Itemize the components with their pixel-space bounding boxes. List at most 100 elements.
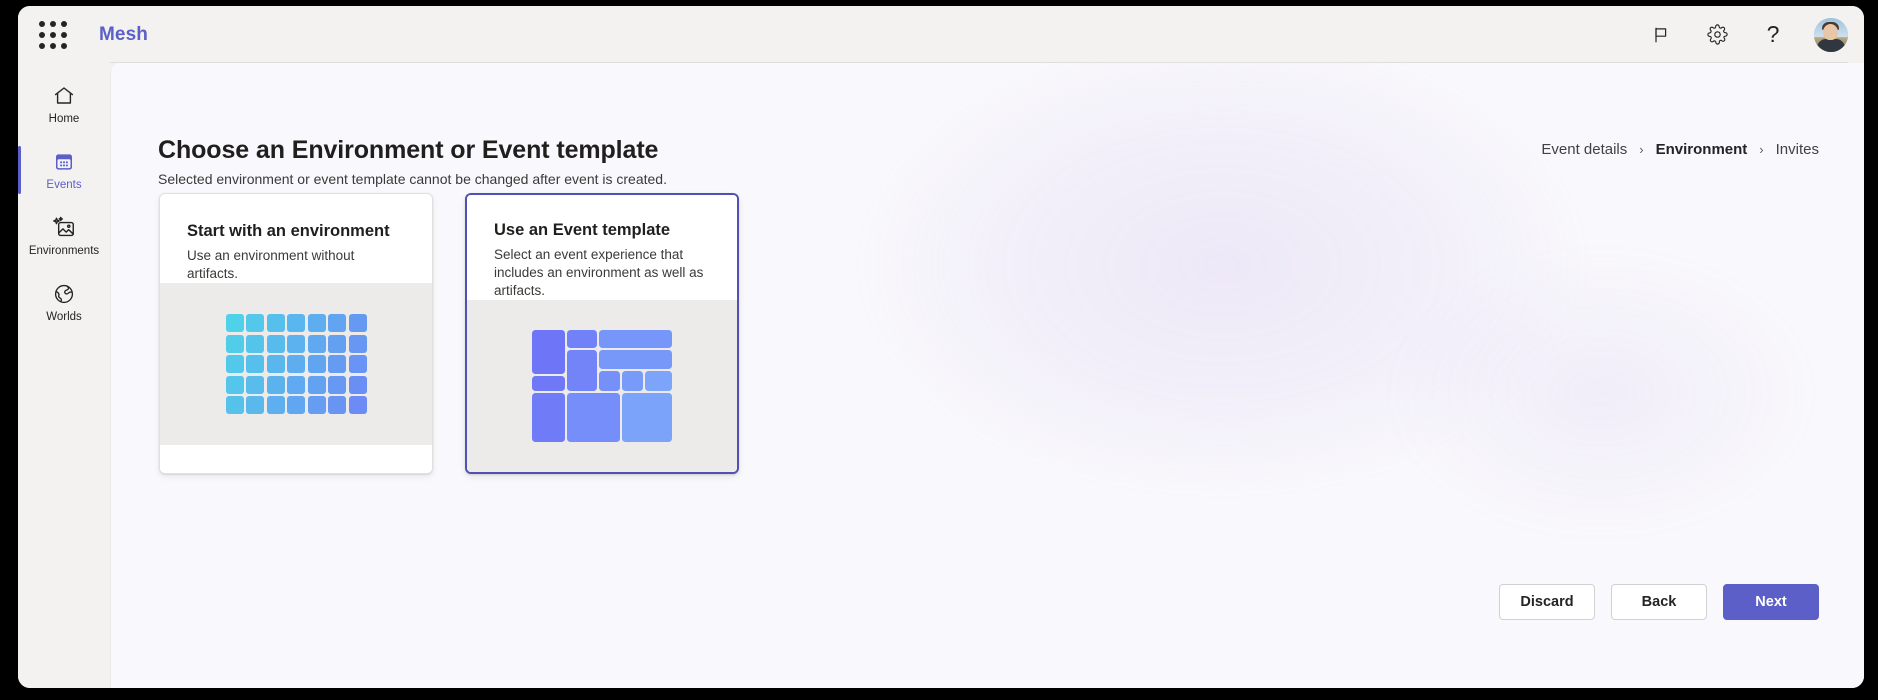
- card-title: Use an Event template: [494, 221, 671, 239]
- mosaic-tile: [532, 376, 565, 391]
- grid-cell: [246, 375, 264, 394]
- sidebar-item-label: Home: [48, 112, 80, 125]
- sidebar-item-worlds[interactable]: Worlds: [18, 269, 110, 335]
- mosaic-tile: [599, 330, 672, 348]
- grid-cell: [328, 396, 346, 414]
- card-start-with-environment[interactable]: Start with an environment Use an environ…: [159, 193, 433, 474]
- card-description: Select an event experience that includes…: [494, 247, 704, 298]
- card-text: Use an Event template Select an event ex…: [467, 195, 737, 300]
- sidebar-item-label: Events: [46, 178, 82, 191]
- discard-button[interactable]: Discard: [1499, 584, 1595, 620]
- sidebar-item-label: Worlds: [46, 310, 82, 323]
- sidebar-item-environments[interactable]: Environments: [18, 203, 110, 269]
- footer-actions: Discard Back Next: [1499, 584, 1819, 620]
- grid-cell: [287, 375, 305, 394]
- grid-cell: [225, 375, 244, 394]
- template-choice-list: Start with an environment Use an environ…: [159, 193, 739, 474]
- chevron-right-icon: ›: [1759, 142, 1764, 157]
- grid-cell: [348, 314, 367, 332]
- page-title: Choose an Environment or Event template: [158, 136, 659, 164]
- sidebar: Home Events Environments Worlds: [18, 63, 110, 688]
- image-spark-icon: [52, 215, 77, 241]
- avatar[interactable]: [1814, 17, 1848, 52]
- grid-cell: [348, 334, 367, 353]
- mosaic-tile: [645, 371, 672, 391]
- grid-cell: [307, 334, 326, 353]
- grid-cell: [246, 314, 264, 332]
- breadcrumb: Event details › Environment › Invites: [1541, 141, 1819, 158]
- card-artwork: [467, 300, 737, 472]
- grid-cell: [287, 334, 305, 353]
- grid-cell: [266, 375, 285, 394]
- help-icon[interactable]: ?: [1758, 20, 1788, 50]
- app-launcher-icon[interactable]: [33, 15, 73, 55]
- grid-cell: [246, 334, 264, 353]
- card-text: Start with an environment Use an environ…: [160, 194, 432, 283]
- mosaic-tile: [567, 330, 597, 348]
- grid-cell: [225, 396, 244, 414]
- home-icon: [52, 83, 76, 109]
- grid-cell: [328, 375, 346, 394]
- grid-cell: [266, 355, 285, 373]
- breadcrumb-item-event-details[interactable]: Event details: [1541, 141, 1627, 158]
- mosaic-tile: [622, 393, 672, 442]
- grid-cell: [307, 375, 326, 394]
- flag-icon[interactable]: [1646, 20, 1676, 50]
- background-watermark-secondary: [1291, 183, 1864, 603]
- mosaic-tile: [599, 350, 672, 369]
- main-content: Choose an Environment or Event template …: [110, 63, 1864, 688]
- header-actions: ?: [1646, 6, 1848, 63]
- grid-cell: [266, 314, 285, 332]
- card-footer: [160, 445, 432, 473]
- grid-cell: [348, 375, 367, 394]
- mosaic-thumbnail-icon: [532, 330, 672, 442]
- calendar-icon: [52, 149, 76, 175]
- help-glyph: ?: [1766, 21, 1780, 47]
- chevron-right-icon: ›: [1639, 142, 1644, 157]
- grid-cell: [328, 355, 346, 373]
- card-description: Use an environment without artifacts.: [187, 248, 355, 281]
- grid-cell: [225, 355, 244, 373]
- mosaic-tile: [622, 371, 643, 391]
- grid-cell: [307, 355, 326, 373]
- grid-cell: [266, 396, 285, 414]
- grid-cell: [225, 334, 244, 353]
- brand-title: Mesh: [99, 23, 148, 45]
- grid-thumbnail-icon: [225, 314, 367, 414]
- gear-icon[interactable]: [1702, 20, 1732, 50]
- mosaic-tile: [567, 393, 620, 442]
- grid-cell: [246, 396, 264, 414]
- grid-cell: [348, 355, 367, 373]
- grid-cell: [328, 314, 346, 332]
- active-indicator: [18, 146, 21, 194]
- card-title: Start with an environment: [187, 222, 390, 240]
- sidebar-item-events[interactable]: Events: [18, 137, 110, 203]
- sidebar-item-home[interactable]: Home: [18, 71, 110, 137]
- breadcrumb-item-environment[interactable]: Environment: [1656, 141, 1748, 158]
- back-button[interactable]: Back: [1611, 584, 1707, 620]
- mosaic-tile: [567, 350, 597, 391]
- app-window: Mesh ? Home Events Environments Worlds C…: [18, 6, 1864, 688]
- next-button[interactable]: Next: [1723, 584, 1819, 620]
- mosaic-tile: [599, 371, 620, 391]
- card-artwork: [160, 283, 432, 445]
- grid-cell: [348, 396, 367, 414]
- globe-icon: [52, 281, 76, 307]
- grid-cell: [328, 334, 346, 353]
- app-header: Mesh ?: [18, 6, 1864, 63]
- grid-cell: [225, 314, 244, 332]
- sidebar-item-label: Environments: [28, 244, 100, 257]
- grid-cell: [307, 396, 326, 414]
- grid-cell: [287, 396, 305, 414]
- page-header: Choose an Environment or Event template …: [158, 136, 667, 187]
- mosaic-tile: [532, 393, 565, 442]
- grid-cell: [287, 314, 305, 332]
- breadcrumb-item-invites[interactable]: Invites: [1776, 141, 1819, 158]
- card-use-event-template[interactable]: Use an Event template Select an event ex…: [465, 193, 739, 474]
- grid-cell: [266, 334, 285, 353]
- grid-cell: [287, 355, 305, 373]
- page-subtitle: Selected environment or event template c…: [158, 171, 667, 187]
- mosaic-tile: [532, 330, 565, 374]
- grid-cell: [307, 314, 326, 332]
- grid-cell: [246, 355, 264, 373]
